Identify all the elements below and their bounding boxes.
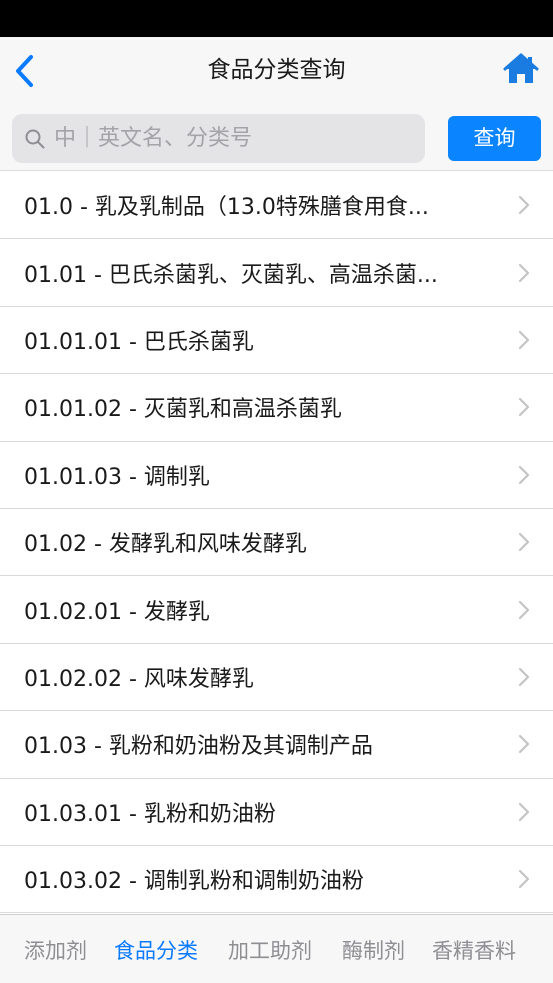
back-button[interactable] [6, 51, 42, 91]
list-item[interactable]: 01.01 - 巴氏杀菌乳、灭菌乳、高温杀菌... [0, 239, 553, 307]
tab-2[interactable]: 加工助剂 [228, 935, 312, 965]
chevron-right-icon [518, 802, 530, 821]
tab-4[interactable]: 香精香料 [432, 935, 516, 965]
tab-bar: 添加剂 食品分类 加工助剂 酶制剂 香精香料 [0, 914, 553, 983]
list-item-label: 01.02 - 发酵乳和风味发酵乳 [24, 532, 307, 558]
chevron-right-icon [518, 533, 530, 552]
tab-0[interactable]: 添加剂 [24, 935, 87, 965]
list-item-label: 01.02.02 - 风味发酵乳 [24, 666, 254, 692]
chevron-right-icon [518, 196, 530, 215]
chevron-right-icon [518, 600, 530, 619]
list-item-label: 01.01.02 - 灭菌乳和高温杀菌乳 [24, 397, 342, 423]
tab-3[interactable]: 酶制剂 [342, 935, 405, 965]
page-title: 食品分类查询 [207, 57, 346, 83]
chevron-right-icon [518, 667, 530, 687]
search-row: 查询 [0, 103, 553, 171]
chevron-right-icon [518, 398, 530, 417]
list-item[interactable]: 01.01.02 - 灭菌乳和高温杀菌乳 [0, 374, 553, 442]
list-item[interactable]: 01.02 - 发酵乳和风味发酵乳 [0, 508, 553, 577]
chevron-right-icon [518, 735, 530, 754]
navigation-bar: 食品分类查询 [0, 37, 553, 103]
chevron-right-icon [518, 263, 530, 282]
chevron-right-icon [518, 869, 530, 889]
chevron-right-icon [518, 330, 530, 350]
list-item[interactable]: 01.02.01 - 发酵乳 [0, 576, 553, 644]
list-item[interactable]: 01.01.01 - 巴氏杀菌乳 [0, 306, 553, 375]
list-item[interactable]: 01.03 - 乳粉和奶油粉及其调制产品 [0, 711, 553, 779]
list-item-label: 01.01.03 - 调制乳 [24, 464, 210, 490]
home-icon [503, 53, 539, 83]
chevron-left-icon [16, 55, 33, 87]
list-item-label: 01.01.01 - 巴氏杀菌乳 [24, 329, 254, 355]
list-item[interactable]: 01.01.03 - 调制乳 [0, 441, 553, 509]
search-icon [22, 126, 48, 152]
list-item-label: 01.03.02 - 调制乳粉和调制奶油粉 [24, 869, 364, 895]
list-item[interactable]: 01.03.01 - 乳粉和奶油粉 [0, 778, 553, 846]
chevron-right-icon [518, 465, 530, 484]
list-item-label: 01.01 - 巴氏杀菌乳、灭菌乳、高温杀菌... [24, 262, 438, 288]
list-item-label: 01.03 - 乳粉和奶油粉及其调制产品 [24, 734, 373, 760]
search-input[interactable] [54, 126, 414, 151]
list-item-label: 01.0 - 乳及乳制品（13.0特殊膳食用食... [24, 195, 429, 221]
list-item[interactable]: 01.02.02 - 风味发酵乳 [0, 643, 553, 712]
list-item-label: 01.02.01 - 发酵乳 [24, 599, 210, 625]
status-bar [0, 0, 553, 37]
list-item-label: 01.03.01 - 乳粉和奶油粉 [24, 801, 276, 827]
search-box [12, 114, 425, 163]
list-item[interactable]: 01.0 - 乳及乳制品（13.0特殊膳食用食... [0, 172, 553, 240]
tab-1[interactable]: 食品分类 [114, 935, 198, 965]
search-button[interactable]: 查询 [448, 116, 541, 161]
home-button[interactable] [501, 49, 541, 89]
category-list: 01.0 - 乳及乳制品（13.0特殊膳食用食... 01.01 - 巴氏杀菌乳、… [0, 172, 553, 914]
list-item[interactable]: 01.03.02 - 调制乳粉和调制奶油粉 [0, 845, 553, 914]
